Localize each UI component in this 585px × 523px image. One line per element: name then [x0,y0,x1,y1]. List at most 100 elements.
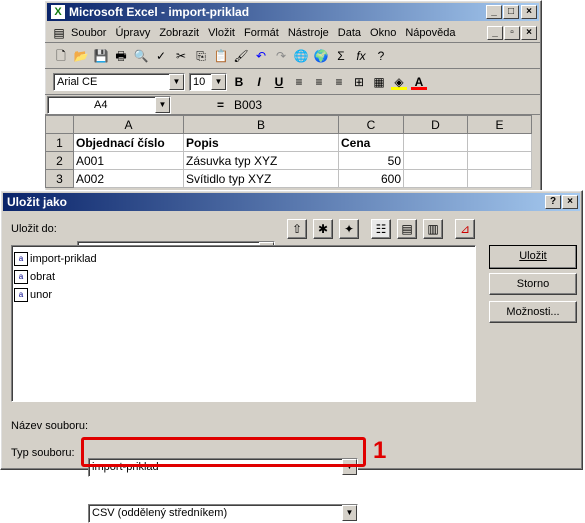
cell-e2[interactable] [467,151,532,170]
dialog-titlebar: Uložit jako ? × [3,193,580,211]
borders-icon[interactable]: ▦ [371,74,387,90]
search-web-icon[interactable]: ✱ [313,219,333,239]
cell-b3[interactable]: Svítidlo typ XYZ [183,169,339,188]
help-button[interactable]: ? [545,195,561,209]
menu-soubor[interactable]: Soubor [71,27,106,39]
filename-label: Název souboru: [11,420,89,432]
close-button[interactable]: × [521,5,537,19]
column-header-a[interactable]: A [73,115,184,134]
font-size-select[interactable]: 10 ▼ [189,72,227,91]
column-header-b[interactable]: B [183,115,339,134]
spelling-icon[interactable]: ✓ [153,48,169,64]
list-item[interactable]: a obrat [14,268,473,286]
minimize-button[interactable]: _ [486,5,502,19]
filetype-select[interactable]: CSV (oddělený středníkem) ▼ [88,504,358,523]
formula-bar: A4 ▼ = B003 [45,95,541,115]
undo-icon[interactable]: ↶ [253,48,269,64]
chevron-down-icon[interactable]: ▼ [211,73,226,90]
doc-minimize-button[interactable]: _ [487,25,503,40]
cell-b1[interactable]: Popis [183,133,339,152]
options-button[interactable]: Možnosti... [489,301,577,323]
save-button[interactable]: Uložit [489,245,577,269]
cell-d2[interactable] [403,151,468,170]
bold-button[interactable]: B [231,74,247,90]
copy-icon[interactable]: ⎘ [193,48,209,64]
cell-c2[interactable]: 50 [338,151,404,170]
menu-data[interactable]: Data [338,27,361,39]
italic-button[interactable]: I [251,74,267,90]
row-header[interactable]: 3 [45,169,74,188]
autosum-icon[interactable]: Σ [333,48,349,64]
dialog-close-button[interactable]: × [562,195,578,209]
menu-vlozit[interactable]: Vložit [208,27,235,39]
redo-icon[interactable]: ↷ [273,48,289,64]
cell-b2[interactable]: Zásuvka typ XYZ [183,151,339,170]
cut-icon[interactable]: ✂ [173,48,189,64]
format-painter-icon[interactable]: 🖌 [233,48,249,64]
new-folder-icon[interactable]: ✦ [339,219,359,239]
menu-zobrazit[interactable]: Zobrazit [159,27,199,39]
help-icon[interactable]: ? [373,48,389,64]
menu-upravy[interactable]: Úpravy [115,27,150,39]
tools-icon[interactable]: ⊿ [455,219,475,239]
cell-d3[interactable] [403,169,468,188]
list-item[interactable]: a import-priklad [14,250,473,268]
formula-equals: = [217,97,225,112]
save-as-dialog: Uložit jako ? × Uložit do: import ▼ ⇧ ✱ … [0,190,583,523]
corner-cell[interactable] [45,115,74,134]
annotation-number: 1 [373,437,387,464]
document-icon[interactable]: ▤ [51,25,67,41]
save-icon[interactable]: 💾 [93,48,109,64]
doc-restore-button[interactable]: ▫ [504,25,520,40]
cell-a1[interactable]: Objednací číslo [73,133,184,152]
align-left-icon[interactable]: ≡ [291,74,307,90]
up-folder-icon[interactable]: ⇧ [287,219,307,239]
chevron-down-icon[interactable]: ▼ [169,73,184,90]
open-icon[interactable]: 📂 [73,48,89,64]
maximize-button[interactable]: □ [503,5,519,19]
chevron-down-icon[interactable]: ▼ [342,505,357,521]
cell-e1[interactable] [467,133,532,152]
font-name-select[interactable]: Arial CE ▼ [53,72,185,91]
menu-format[interactable]: Formát [244,27,279,39]
hyperlink-icon[interactable]: 🌐 [293,48,309,64]
font-name-value: Arial CE [57,75,98,88]
merge-center-icon[interactable]: ⊞ [351,74,367,90]
menu-okno[interactable]: Okno [370,27,396,39]
print-preview-icon[interactable]: 🔍 [133,48,149,64]
cell-e3[interactable] [467,169,532,188]
list-item[interactable]: a unor [14,286,473,304]
cell-a2[interactable]: A001 [73,151,184,170]
file-name: unor [30,289,53,301]
cancel-button[interactable]: Storno [489,273,577,295]
web-toolbar-icon[interactable]: 🌍 [313,48,329,64]
paste-icon[interactable]: 📋 [213,48,229,64]
row-header[interactable]: 2 [45,151,74,170]
cell-a3[interactable]: A002 [73,169,184,188]
print-icon[interactable]: 🖶 [113,48,129,64]
align-right-icon[interactable]: ≡ [331,74,347,90]
column-header-c[interactable]: C [338,115,404,134]
new-icon[interactable]: 🗋 [53,48,69,64]
column-header-e[interactable]: E [467,115,532,134]
doc-close-button[interactable]: × [521,25,537,40]
menu-nastroje[interactable]: Nástroje [288,27,329,39]
name-box[interactable]: A4 ▼ [47,95,171,114]
underline-button[interactable]: U [271,74,287,90]
fill-color-icon[interactable]: ◈ [391,74,407,90]
cell-d1[interactable] [403,133,468,152]
chevron-down-icon[interactable]: ▼ [155,96,170,113]
cell-c3[interactable]: 600 [338,169,404,188]
list-view-icon[interactable]: ☷ [371,219,391,239]
column-header-d[interactable]: D [403,115,468,134]
cell-c1[interactable]: Cena [338,133,404,152]
properties-view-icon[interactable]: ▥ [423,219,443,239]
function-icon[interactable]: fx [353,48,369,64]
file-list[interactable]: a import-priklad a obrat a unor [11,245,476,402]
row-header[interactable]: 1 [45,133,74,152]
formula-value[interactable]: B003 [234,98,262,112]
menu-napoveda[interactable]: Nápověda [405,27,455,39]
details-view-icon[interactable]: ▤ [397,219,417,239]
font-color-icon[interactable]: A [411,74,427,90]
align-center-icon[interactable]: ≡ [311,74,327,90]
